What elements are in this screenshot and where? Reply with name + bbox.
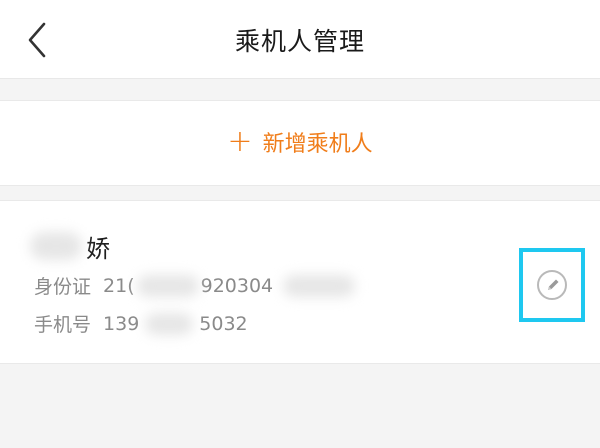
edit-circle <box>537 270 567 300</box>
phone-redaction <box>145 312 194 335</box>
id-label: 身份证 <box>34 276 92 298</box>
id-redaction <box>136 274 199 297</box>
edit-passenger-button[interactable] <box>519 248 585 322</box>
top-bar: 乘机人管理 <box>0 0 600 79</box>
phone-suffix: 5032 <box>199 312 248 335</box>
page-title: 乘机人管理 <box>234 27 365 56</box>
pencil-icon <box>548 279 559 290</box>
id-number-row: 身份证 21( 920304 <box>34 272 356 299</box>
passenger-name-text: 娇 <box>86 234 110 263</box>
phone-prefix: 139 <box>103 312 140 335</box>
add-passenger-content: + 新增乘机人 <box>0 126 600 158</box>
phone-label: 手机号 <box>34 314 92 336</box>
id-redaction-tail <box>283 274 356 297</box>
plus-icon: + <box>227 124 253 159</box>
name-redaction <box>30 232 82 260</box>
phone-row: 手机号 139 5032 <box>34 310 248 337</box>
id-prefix: 21( <box>103 274 135 297</box>
passenger-name: 娇 <box>30 231 110 263</box>
add-passenger-button[interactable]: + 新增乘机人 <box>0 100 600 186</box>
add-passenger-label: 新增乘机人 <box>262 132 373 157</box>
id-middle: 920304 <box>200 274 274 297</box>
